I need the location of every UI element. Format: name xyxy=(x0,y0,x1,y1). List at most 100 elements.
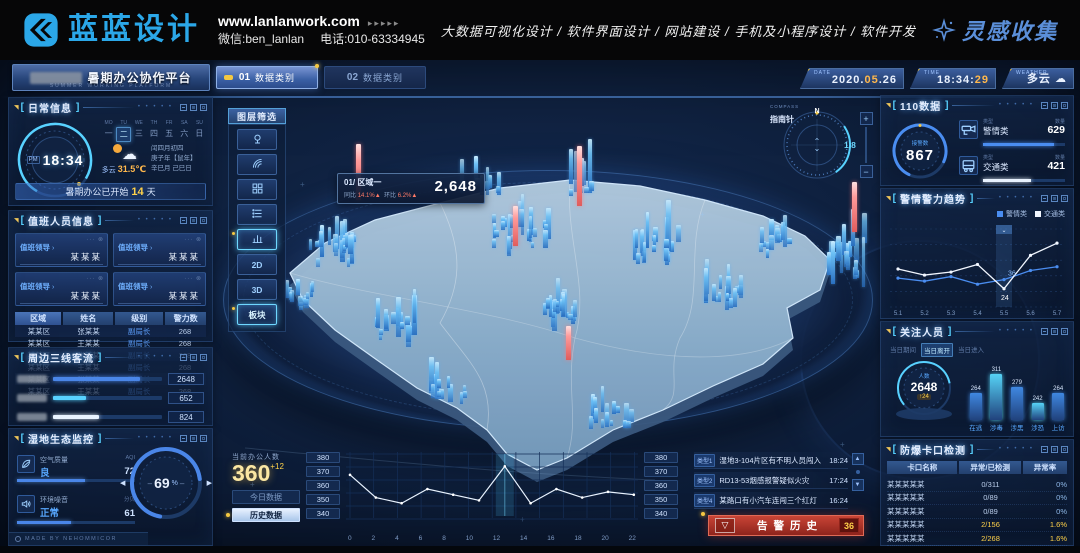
duty-leader-label: 值班领导 xyxy=(20,243,50,252)
expand-icon[interactable] xyxy=(200,217,207,224)
alert-row[interactable]: 类型1湿地3-104片区有不明人员闯入18:24 xyxy=(694,452,848,469)
weather-block: ☁ 多云31.5℃ 闰四月初四庚子年【鼠年】辛巳月 己巳日 xyxy=(101,144,209,175)
gauge-right-arrow[interactable]: ▶ xyxy=(207,479,212,487)
focus-bar-value: 264 xyxy=(971,386,981,392)
card-controls-icon[interactable]: ··· ⊗ xyxy=(86,275,104,282)
tab-data-category-2[interactable]: 02数据类别 xyxy=(324,66,426,89)
expand-icon[interactable] xyxy=(1061,195,1068,202)
zoom-in-button[interactable]: + xyxy=(860,112,873,125)
map-3d[interactable] xyxy=(235,158,875,488)
alert-row[interactable]: 类型2RD13-53烟感报警疑似火灾17:24 xyxy=(694,472,848,489)
chevron-right-icon: › xyxy=(52,245,54,252)
panel-header-line xyxy=(955,331,995,332)
duty-leader-name: 某某某 xyxy=(70,290,102,302)
duty-leader-card[interactable]: 值班领导›··· ⊗某某某 xyxy=(15,272,108,306)
inspiration-collect-button[interactable]: 灵感收集 xyxy=(932,14,1058,46)
minimize-icon[interactable] xyxy=(1041,446,1048,453)
alerts-scrollbar: ▲ ▼ xyxy=(851,453,864,491)
today-data-button[interactable]: 今日数据 xyxy=(232,490,300,504)
maximize-icon[interactable] xyxy=(190,435,197,442)
checkpoint-rate: 0% xyxy=(1022,507,1067,516)
panel-header-dots: • • • • • xyxy=(138,435,173,441)
maximize-icon[interactable] xyxy=(190,217,197,224)
zoom-out-button[interactable]: − xyxy=(860,165,873,178)
panel-focus-persons: ◥[关注人员]• • • • • 当日期间当日离开当日进入 人数 2648 ↑2… xyxy=(880,321,1074,437)
expand-icon[interactable] xyxy=(200,104,207,111)
minimize-icon[interactable] xyxy=(180,354,187,361)
tool-radar-button[interactable] xyxy=(237,154,277,175)
maximize-icon[interactable] xyxy=(190,104,197,111)
expand-icon[interactable] xyxy=(1061,102,1068,109)
minimize-icon[interactable] xyxy=(1041,102,1048,109)
tool-chart-button[interactable] xyxy=(237,229,277,250)
duty-leader-card[interactable]: 值班领导›··· ⊗某某某 xyxy=(15,233,108,267)
office-trend-chart: 380370360350340 0246810121416182022 3803… xyxy=(306,450,678,542)
alert-text: 湿地3-104片区有不明人员闯入 xyxy=(719,455,826,466)
category-bar-fill xyxy=(983,143,1054,146)
svg-text:5.1: 5.1 xyxy=(894,311,903,317)
map-zoom-control: + 1.8 − xyxy=(858,112,874,182)
duty-header-cell: 姓名 xyxy=(63,312,113,325)
maximize-icon[interactable] xyxy=(1051,195,1058,202)
panel-corner-tick: ◥ xyxy=(14,354,19,361)
tool-cam-button[interactable] xyxy=(237,129,277,150)
legend-item[interactable]: 交通类 xyxy=(1035,209,1065,219)
legend-item[interactable]: 警情类 xyxy=(997,209,1027,219)
maximize-icon[interactable] xyxy=(1051,102,1058,109)
minimize-icon[interactable] xyxy=(1041,328,1048,335)
alert-row[interactable]: 类型4某路口有小汽车连闯三个红灯16:24 xyxy=(694,492,848,509)
card-controls-icon[interactable]: ··· ⊗ xyxy=(86,236,104,243)
history-data-button[interactable]: 历史数据 xyxy=(232,508,300,522)
y-tick-box: 380 xyxy=(306,452,340,463)
expand-icon[interactable] xyxy=(1061,446,1068,453)
tool-3D-button[interactable]: 3D xyxy=(237,279,277,300)
maximize-icon[interactable] xyxy=(1051,446,1058,453)
minimize-icon[interactable] xyxy=(180,217,187,224)
legend-swatch xyxy=(1035,211,1041,217)
focus-tab[interactable]: 当日离开 xyxy=(921,343,953,357)
minimize-icon[interactable] xyxy=(1041,195,1048,202)
tab-data-category-1[interactable]: 01数据类别 xyxy=(216,66,318,89)
tool-板块-button[interactable]: 板块 xyxy=(237,304,277,325)
duty-leader-card[interactable]: 值班领导›··· ⊗某某某 xyxy=(113,272,206,306)
expand-icon[interactable] xyxy=(1061,328,1068,335)
card-controls-icon[interactable]: ··· ⊗ xyxy=(184,275,202,282)
category-bar-fill xyxy=(983,179,1031,182)
alert-history-banner[interactable]: ▽ 告警历史 36 xyxy=(708,515,864,536)
focus-tab[interactable]: 当日期间 xyxy=(888,343,918,357)
checkpoint-ratio: 2/156 xyxy=(959,520,1022,529)
panel-header-dots: • • • • • xyxy=(138,217,173,223)
expand-icon[interactable] xyxy=(200,354,207,361)
scroll-down-icon[interactable]: ▼ xyxy=(852,479,864,491)
panel-police-trend: ◥[警情警力趋势]• • • • • 警情类交通类 ⌄36245.15.25.3… xyxy=(880,188,1074,319)
alert-time: 17:24 xyxy=(829,476,848,485)
gauge-left-arrow[interactable]: ◀ xyxy=(120,479,125,487)
table-row: 某某某某某0/3110% xyxy=(887,478,1067,492)
category-bar-track xyxy=(983,179,1065,182)
duty-leader-card[interactable]: 值班领导›··· ⊗某某某 xyxy=(113,233,206,267)
focus-bar-category: 涉黑 xyxy=(1010,422,1023,432)
tool-2D-button[interactable]: 2D xyxy=(237,254,277,275)
expand-icon[interactable] xyxy=(200,435,207,442)
tool-list-button[interactable] xyxy=(237,204,277,225)
maximize-icon[interactable] xyxy=(190,354,197,361)
chevron-right-icon: › xyxy=(52,284,54,291)
compass-chevrons: ⌃⌄ xyxy=(814,138,821,152)
brand-url[interactable]: www.lanlanwork.com xyxy=(218,13,360,29)
map-tooltip: 01/ 区域一 同比 14.1%▲ 环比 6.2%▲ 2,648 xyxy=(337,173,485,204)
minimize-icon[interactable] xyxy=(180,435,187,442)
focus-bar-column: 264在逃 xyxy=(969,348,983,432)
flow-bar-row: 2648 xyxy=(17,372,204,386)
weather-plate: WEATHER 多云 ☁ xyxy=(1002,68,1074,89)
focus-bar xyxy=(1032,403,1044,420)
tool-grid-button[interactable] xyxy=(237,179,277,200)
minimize-icon[interactable] xyxy=(180,104,187,111)
maximize-icon[interactable] xyxy=(1051,328,1058,335)
scroll-up-icon[interactable]: ▲ xyxy=(852,453,864,465)
panel-title: 防爆卡口检测 xyxy=(900,442,966,457)
card-controls-icon[interactable]: ··· ⊗ xyxy=(184,236,202,243)
eco-gauge: – 69% – ◀ ▶ xyxy=(126,443,206,523)
checkpoint-name: 某某某某某 xyxy=(887,492,959,503)
zoom-track[interactable] xyxy=(865,127,867,163)
panel-header-dots: • • • • • xyxy=(999,446,1034,452)
